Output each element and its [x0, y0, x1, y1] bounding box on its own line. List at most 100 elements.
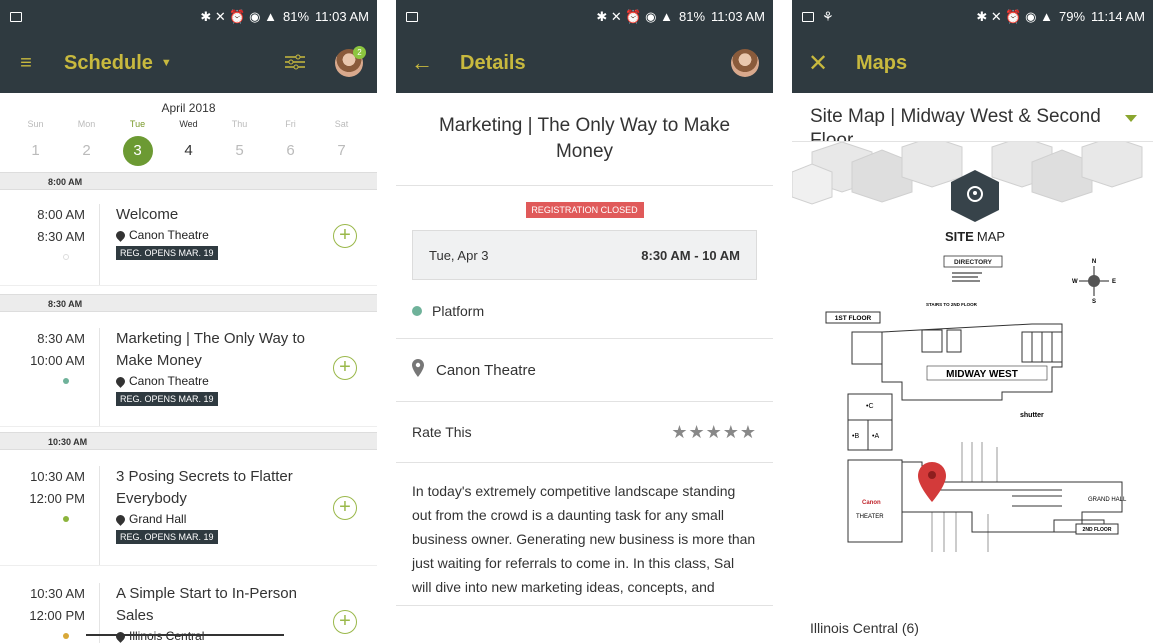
add-session-icon[interactable]: +	[333, 356, 357, 380]
rating-row: Rate This ★★★★★	[396, 402, 773, 462]
session-item[interactable]: 10:30 AM 12:00 PM 3 Posing Secrets to Fla…	[0, 450, 377, 566]
stairs-label: STAIRS TO 2ND FLOOR	[926, 302, 978, 307]
rate-label: Rate This	[412, 424, 472, 440]
session-location: Canon Theatre	[129, 374, 209, 388]
session-time: 8:30 AM - 10 AM	[641, 247, 740, 263]
status-bar: ✱ ✕ ⏰ ◉ ▲ 81% 11:03 AM	[396, 0, 773, 33]
directory-label: DIRECTORY	[954, 259, 993, 266]
svg-text:SITEMAP: SITE MAP	[945, 229, 1005, 244]
location-icon	[114, 374, 127, 388]
session-location: Grand Hall	[129, 512, 187, 526]
gallery-icon	[10, 11, 22, 22]
session-item[interactable]: 8:00 AM 8:30 AM Welcome Canon Theatre REG…	[0, 190, 377, 286]
avatar[interactable]	[731, 49, 759, 77]
maps-screen: ⚘ ✱ ✕ ⏰ ◉ ▲ 79% 11:14 AM ✕ Maps Site Map…	[792, 0, 1153, 643]
day-fri[interactable]: Fri 6	[271, 119, 311, 166]
session-date: Tue, Apr 3	[429, 247, 489, 263]
time-header: 10:30 AM	[0, 432, 377, 450]
menu-icon[interactable]: ≡	[12, 52, 40, 75]
first-floor-label: 1ST FLOOR	[835, 315, 872, 322]
location-list-item[interactable]: Illinois Central (6)	[792, 620, 919, 636]
midway-west-label: MIDWAY WEST	[946, 369, 1018, 380]
session-location: Canon Theatre	[129, 228, 209, 242]
day-mon[interactable]: Mon 2	[67, 119, 107, 166]
battery-level: 81%	[679, 9, 706, 24]
svg-text:•A: •A	[872, 433, 879, 440]
battery-level: 81%	[283, 9, 310, 24]
map-selector[interactable]: Site Map | Midway West & Second Floor	[792, 93, 1153, 141]
second-floor-label: 2ND FLOOR	[1083, 527, 1112, 533]
registration-status-badge: REGISTRATION CLOSED	[525, 202, 644, 218]
site-map[interactable]: SITE MAP DIRECTORY N E S W 1ST FLOOR STAI…	[792, 142, 1153, 582]
day-thu[interactable]: Thu 5	[220, 119, 260, 166]
back-arrow-icon[interactable]: ←	[408, 50, 436, 76]
location-icon	[412, 359, 424, 381]
canon-logo: Canon	[862, 500, 881, 506]
page-title[interactable]: Schedule	[64, 52, 153, 75]
day-sat[interactable]: Sat 7	[322, 119, 362, 166]
app-bar: ← Details	[396, 33, 773, 93]
status-bar: ⚘ ✱ ✕ ⏰ ◉ ▲ 79% 11:14 AM	[792, 0, 1153, 33]
day-tue[interactable]: Tue 3	[118, 119, 158, 166]
details-screen: ✱ ✕ ⏰ ◉ ▲ 81% 11:03 AM ← Details Marketi…	[396, 0, 773, 643]
map-selector-label: Site Map | Midway West & Second Floor	[810, 106, 1101, 141]
session-description: In today's extremely competitive landsca…	[412, 483, 756, 595]
close-icon[interactable]: ✕	[804, 49, 832, 78]
week-strip: Sun 1 Mon 2 Tue 3 Wed 4 Thu 5 Fri 6 Sat 7	[0, 119, 377, 166]
page-title: Maps	[856, 51, 908, 74]
location-icon	[114, 228, 127, 242]
gallery-icon	[406, 11, 418, 22]
gallery-icon	[802, 11, 814, 22]
clock: 11:14 AM	[1091, 9, 1145, 24]
compass-icon: N E S W	[1072, 259, 1116, 305]
clock: 11:03 AM	[315, 9, 369, 24]
track-label: Platform	[432, 303, 485, 319]
clock: 11:03 AM	[711, 9, 765, 24]
track-dot	[63, 633, 69, 639]
location-row[interactable]: Canon Theatre	[396, 339, 773, 401]
svg-text:•B: •B	[852, 433, 859, 440]
session-title: Welcome	[116, 206, 179, 223]
app-bar: ✕ Maps	[792, 33, 1153, 93]
status-icons: ✱ ✕ ⏰ ◉ ▲	[976, 8, 1053, 24]
session-location: Illinois Central	[129, 629, 205, 643]
track-dot	[63, 516, 69, 522]
notification-badge: 2	[353, 46, 366, 59]
day-wed[interactable]: Wed 4	[169, 119, 209, 166]
add-session-icon[interactable]: +	[333, 224, 357, 248]
scroll-indicator	[86, 634, 284, 636]
svg-text:N: N	[1092, 259, 1096, 265]
month-label: April 2018	[161, 101, 216, 115]
day-sun[interactable]: Sun 1	[16, 119, 56, 166]
avatar[interactable]: 2	[335, 46, 366, 77]
track-dot-icon	[412, 306, 422, 316]
status-icons: ✱ ✕ ⏰ ◉ ▲	[596, 8, 673, 24]
date-time-box: Tue, Apr 3 8:30 AM - 10 AM	[412, 230, 757, 280]
add-session-icon[interactable]: +	[333, 496, 357, 520]
add-session-icon[interactable]: +	[333, 610, 357, 634]
star-rating[interactable]: ★★★★★	[671, 422, 757, 443]
track-dot	[63, 254, 69, 260]
session-title: 3 Posing Secrets to Flatter Everybody	[116, 468, 293, 507]
registration-badge: REG. OPENS MAR. 19	[116, 530, 218, 544]
session-title: Marketing | The Only Way to Make Money	[116, 330, 305, 369]
status-icons: ✱ ✕ ⏰ ◉ ▲	[200, 8, 277, 24]
svg-text:•C: •C	[866, 403, 874, 410]
track-dot	[63, 378, 69, 384]
svg-text:W: W	[1072, 279, 1078, 285]
filter-icon[interactable]	[285, 53, 305, 76]
session-item[interactable]: 8:30 AM 10:00 AM Marketing | The Only Way…	[0, 312, 377, 427]
time-header: 8:30 AM	[0, 294, 377, 312]
app-bar: ≡ Schedule ▼ 2	[0, 33, 377, 93]
svg-text:S: S	[1092, 299, 1096, 305]
session-item[interactable]: 10:30 AM 12:00 PM A Simple Start to In-Pe…	[0, 566, 377, 643]
svg-text:E: E	[1112, 279, 1116, 285]
battery-level: 79%	[1059, 9, 1086, 24]
theater-label: THEATER	[856, 514, 884, 520]
shutter-label: shutter	[1020, 412, 1044, 419]
chevron-down-icon	[1125, 115, 1137, 122]
status-bar: ✱ ✕ ⏰ ◉ ▲ 81% 11:03 AM	[0, 0, 377, 33]
location-icon	[114, 512, 127, 526]
chevron-down-icon[interactable]: ▼	[161, 57, 172, 69]
page-title: Details	[460, 51, 526, 74]
